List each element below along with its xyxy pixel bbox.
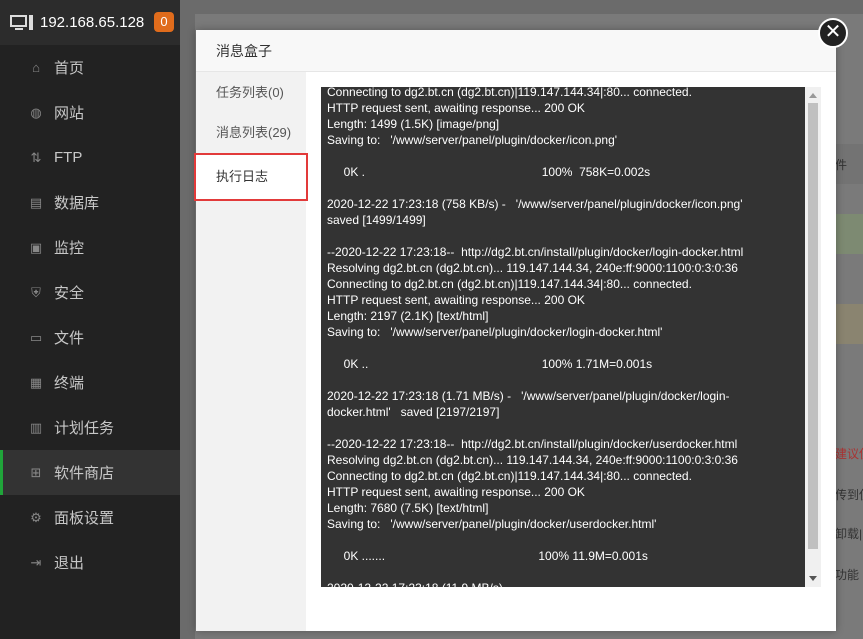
sidebar-menu: ⌂ 首页 ◍ 网站 ⇅ FTP ▤ 数据库 ▣ 监控 ⛨ 安全 ▭ 文件 ▦ 终端 ▥ 计划任务 ⊞ 软件商店 ⚙ 面板设… [0, 45, 180, 585]
database-icon: ▤ [29, 194, 43, 210]
sidebar-item-label: 文件 [54, 330, 85, 347]
sidebar-item-label: 面板设置 [54, 510, 115, 527]
background-text: 建议使 [835, 447, 863, 461]
calendar-icon: ▥ [29, 419, 43, 435]
terminal-icon: ▦ [29, 374, 43, 390]
execution-log-panel[interactable]: Connecting to dg2.bt.cn (dg2.bt.cn)|119.… [321, 87, 821, 587]
sidebar-item-label: 终端 [54, 375, 85, 392]
background-text: 传到使 [835, 488, 863, 502]
sidebar-item-label: 软件商店 [54, 465, 115, 482]
sidebar-item-label: 数据库 [54, 195, 100, 212]
background-text: 件 [835, 158, 848, 172]
monitor-chart-icon: ▣ [29, 239, 43, 255]
sidebar-item-label: 监控 [54, 240, 85, 257]
sidebar-item[interactable]: ▣ 监控 [0, 225, 180, 270]
background-row-strip [835, 214, 863, 254]
shield-icon: ⛨ [31, 284, 41, 300]
scroll-thumb[interactable] [808, 103, 818, 549]
folder-icon: ▭ [29, 329, 43, 345]
sidebar-item[interactable]: ▭ 文件 [0, 315, 180, 360]
tab-message-list[interactable]: 消息列表(29) [196, 113, 306, 153]
sidebar-item-label: 安全 [54, 285, 85, 302]
background-text: 功能 [835, 568, 860, 582]
sidebar: 192.168.65.128 0 ⌂ 首页 ◍ 网站 ⇅ FTP ▤ 数据库 ▣ 监控 ⛨ 安全 ▭ 文件… [0, 0, 180, 639]
tab-task-list[interactable]: 任务列表(0) [196, 73, 306, 113]
grid-icon: ⊞ [30, 464, 42, 480]
server-header: 192.168.65.128 [0, 0, 180, 45]
sidebar-item[interactable]: ⊞ 软件商店 [0, 450, 180, 495]
server-ip: 192.168.65.128 [40, 14, 145, 31]
logout-icon: ⇥ [30, 554, 42, 570]
gear-icon: ⚙ [30, 509, 42, 525]
sidebar-item[interactable]: ▦ 终端 [0, 360, 180, 405]
sidebar-item[interactable]: ⇅ FTP [0, 135, 180, 180]
modal-title: 消息盒子 [196, 30, 836, 72]
ftp-icon: ⇅ [30, 149, 42, 165]
notification-badge[interactable]: 0 [154, 12, 174, 32]
sidebar-item-label: 退出 [54, 555, 85, 572]
sidebar-item[interactable]: ▤ 数据库 [0, 180, 180, 225]
sidebar-item[interactable]: ▥ 计划任务 [0, 405, 180, 450]
home-icon: ⌂ [32, 59, 40, 75]
sidebar-item-label: 首页 [54, 60, 85, 77]
background-row-strip [835, 304, 863, 344]
sidebar-item[interactable]: ⌂ 首页 [0, 45, 180, 90]
log-scrollbar[interactable] [805, 87, 821, 587]
background-text: 卸载| [835, 527, 863, 541]
sidebar-item-label: FTP [54, 149, 83, 166]
globe-icon: ◍ [30, 104, 42, 120]
close-button[interactable]: ✕ [818, 18, 848, 48]
scroll-up-arrow-icon[interactable] [809, 93, 817, 98]
tab-execution-log[interactable]: 执行日志 [194, 153, 308, 201]
sidebar-item-label: 网站 [54, 105, 85, 122]
sidebar-item-label: 计划任务 [54, 420, 115, 437]
sidebar-item[interactable]: ◍ 网站 [0, 90, 180, 135]
message-box-modal: 消息盒子 任务列表(0) 消息列表(29) 执行日志 Connecting to… [194, 30, 836, 631]
sidebar-item[interactable]: ⇥ 退出 [0, 540, 180, 585]
modal-tabs: 任务列表(0) 消息列表(29) 执行日志 [194, 72, 308, 631]
sidebar-item[interactable]: ⚙ 面板设置 [0, 495, 180, 540]
execution-log-text: Connecting to dg2.bt.cn (dg2.bt.cn)|119.… [327, 87, 744, 587]
scroll-down-arrow-icon[interactable] [809, 576, 817, 581]
server-monitor-icon [10, 14, 33, 31]
sidebar-item[interactable]: ⛨ 安全 [0, 270, 180, 315]
